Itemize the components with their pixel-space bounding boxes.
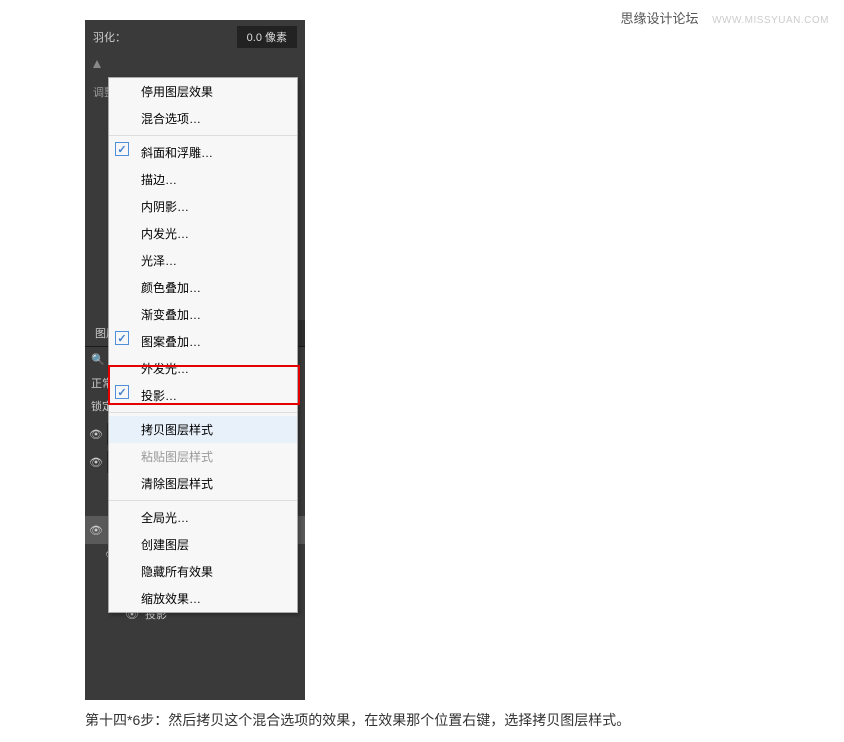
- menu-separator: [109, 500, 297, 501]
- search-icon[interactable]: 🔍: [91, 353, 105, 366]
- visibility-icon[interactable]: 👁: [89, 455, 103, 469]
- menu-scale-effects[interactable]: 缩放效果…: [109, 585, 297, 612]
- feather-row: 羽化： 0.0 像素: [85, 20, 305, 54]
- menu-pattern-overlay[interactable]: ✓ 图案叠加…: [109, 328, 297, 355]
- menu-label: 斜面和浮雕…: [141, 146, 213, 160]
- check-icon: ✓: [115, 142, 129, 156]
- menu-stroke[interactable]: 描边…: [109, 166, 297, 193]
- watermark: 思缘设计论坛 WWW.MISSYUAN.COM: [620, 8, 829, 27]
- check-icon: ✓: [115, 385, 129, 399]
- menu-separator: [109, 135, 297, 136]
- menu-separator: [109, 412, 297, 413]
- feather-value[interactable]: 0.0 像素: [237, 26, 297, 48]
- menu-disable-effects[interactable]: 停用图层效果: [109, 78, 297, 105]
- check-icon: ✓: [115, 331, 129, 345]
- menu-clear-style[interactable]: 清除图层样式: [109, 470, 297, 497]
- menu-label: 投影…: [141, 389, 177, 403]
- menu-hide-all[interactable]: 隐藏所有效果: [109, 558, 297, 585]
- menu-gradient-overlay[interactable]: 渐变叠加…: [109, 301, 297, 328]
- menu-label: 图案叠加…: [141, 335, 201, 349]
- menu-blending-options[interactable]: 混合选项…: [109, 105, 297, 132]
- menu-inner-glow[interactable]: 内发光…: [109, 220, 297, 247]
- watermark-cn: 思缘设计论坛: [620, 11, 698, 26]
- menu-satin[interactable]: 光泽…: [109, 247, 297, 274]
- menu-paste-style: 粘贴图层样式: [109, 443, 297, 470]
- menu-color-overlay[interactable]: 颜色叠加…: [109, 274, 297, 301]
- menu-create-layer[interactable]: 创建图层: [109, 531, 297, 558]
- visibility-icon[interactable]: 👁: [89, 427, 103, 441]
- watermark-en: WWW.MISSYUAN.COM: [712, 15, 829, 26]
- visibility-icon[interactable]: 👁: [89, 523, 103, 537]
- menu-global-light[interactable]: 全局光…: [109, 504, 297, 531]
- feather-slider[interactable]: [85, 54, 305, 74]
- menu-copy-style[interactable]: 拷贝图层样式: [109, 416, 297, 443]
- menu-inner-shadow[interactable]: 内阴影…: [109, 193, 297, 220]
- menu-bevel-emboss[interactable]: ✓ 斜面和浮雕…: [109, 139, 297, 166]
- context-menu: 停用图层效果 混合选项… ✓ 斜面和浮雕… 描边… 内阴影… 内发光… 光泽… …: [108, 77, 298, 613]
- feather-label: 羽化：: [93, 29, 126, 45]
- menu-drop-shadow[interactable]: ✓ 投影…: [109, 382, 297, 409]
- caption-text: 第十四*6步：然后拷贝这个混合选项的效果，在效果那个位置右键，选择拷贝图层样式。: [85, 710, 630, 730]
- menu-outer-glow[interactable]: 外发光…: [109, 355, 297, 382]
